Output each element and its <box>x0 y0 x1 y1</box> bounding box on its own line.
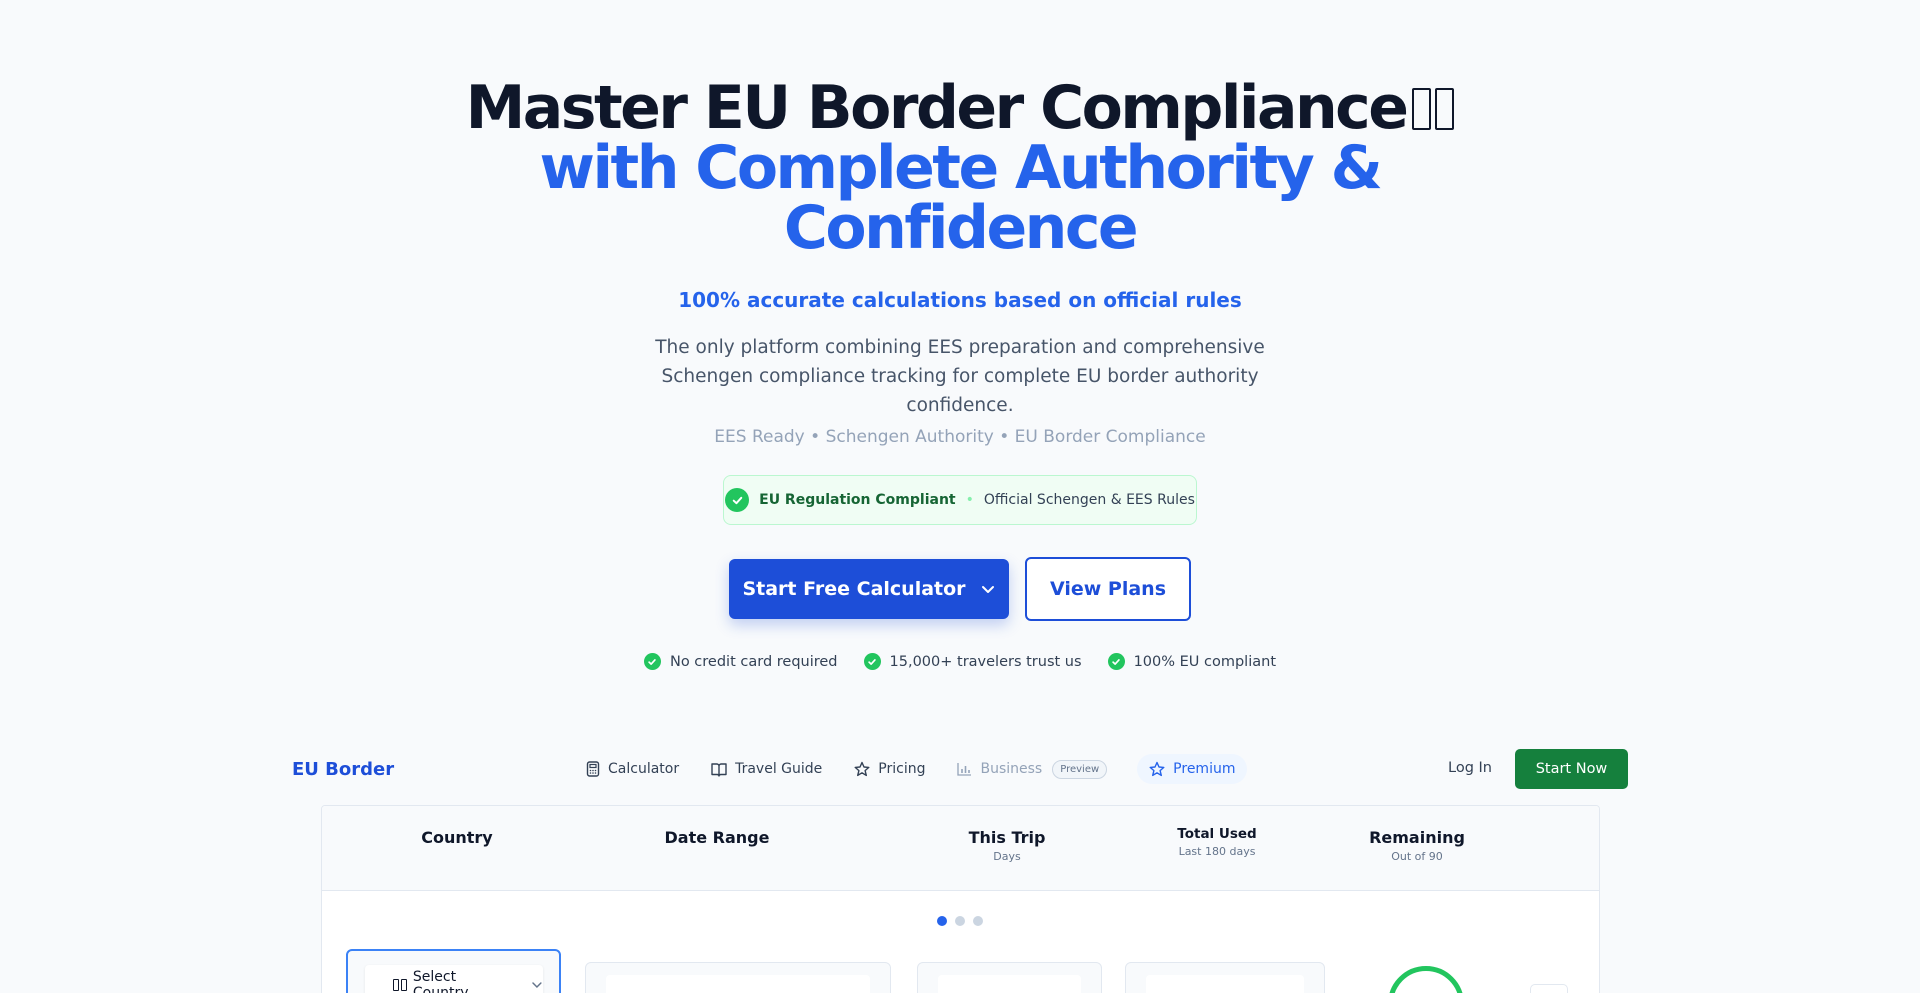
nav-link-business[interactable]: Business Preview <box>957 759 1108 779</box>
column-subtitle: Out of 90 <box>1391 850 1443 863</box>
check-circle-icon <box>1107 653 1125 670</box>
flag-icon <box>1435 88 1455 130</box>
badge-primary-label: EU Regulation Compliant <box>759 492 956 508</box>
chevron-down-icon <box>532 982 542 989</box>
nav-link-calculator[interactable]: Calculator <box>586 761 679 777</box>
nav-link-premium[interactable]: Premium <box>1137 754 1248 784</box>
column-country: Country <box>382 828 532 847</box>
check-circle-icon <box>725 488 750 512</box>
view-plans-button[interactable]: View Plans <box>1025 557 1191 621</box>
start-free-calculator-label: Start Free Calculator <box>742 578 966 600</box>
preview-badge: Preview <box>1052 759 1108 779</box>
column-subtitle: Last 180 days <box>1178 845 1256 858</box>
check-circle-icon <box>643 653 661 670</box>
hero-description: The only platform combining EES preparat… <box>655 337 1265 416</box>
flag-icon <box>400 979 407 991</box>
column-this-trip: This Trip Days <box>942 828 1072 863</box>
hero-title-line1: Master EU Border Compliance <box>0 78 1920 138</box>
trust-item: No credit card required <box>643 653 838 670</box>
start-now-button[interactable]: Start Now <box>1515 749 1628 789</box>
hero-title-line3: Confidence <box>783 193 1139 263</box>
column-title: Total Used <box>1177 826 1257 842</box>
flag-icon <box>1412 88 1432 130</box>
trust-item: 15,000+ travelers trust us <box>863 653 1082 670</box>
bar-chart-icon <box>957 763 972 776</box>
carousel-dot[interactable] <box>973 916 983 926</box>
badge-separator: • <box>965 492 974 508</box>
star-icon <box>1149 761 1165 777</box>
badge-secondary-label: Official Schengen & EES Rules <box>983 492 1195 508</box>
nav-link-label: Premium <box>1173 761 1236 777</box>
accuracy-statement: 100% accurate calculations based on offi… <box>678 288 1242 312</box>
calculator-icon <box>586 761 600 777</box>
column-title: Country <box>421 828 493 847</box>
country-select-wrapper: Select Country <box>346 949 561 993</box>
start-free-calculator-button[interactable]: Start Free Calculator <box>729 559 1009 619</box>
column-subtitle: Days <box>993 850 1021 863</box>
row-action-button[interactable] <box>1530 984 1568 993</box>
carousel-dot[interactable] <box>937 916 947 926</box>
trust-label: No credit card required <box>669 653 838 670</box>
chevron-down-icon <box>981 586 994 593</box>
nav-link-label: Travel Guide <box>735 761 823 777</box>
flag-icon <box>393 979 399 991</box>
country-select[interactable]: Select Country <box>365 965 543 993</box>
nav-link-pricing[interactable]: Pricing <box>854 761 925 777</box>
column-title: Date Range <box>664 828 770 847</box>
book-icon <box>711 762 727 777</box>
column-total-used: Total Used Last 180 days <box>1142 826 1292 858</box>
this-trip-field <box>917 962 1102 993</box>
nav-link-travel-guide[interactable]: Travel Guide <box>711 761 822 777</box>
trust-label: 100% EU compliant <box>1133 653 1276 670</box>
check-circle-icon <box>863 653 881 670</box>
nav-link-label: Calculator <box>608 761 680 777</box>
trust-label: 15,000+ travelers trust us <box>889 653 1082 670</box>
column-title: This Trip <box>968 828 1046 847</box>
column-remaining: Remaining Out of 90 <box>1342 828 1492 863</box>
nav-link-label: Pricing <box>878 761 926 777</box>
calculator-panel: Country Date Range This Trip Days Total … <box>321 805 1600 993</box>
carousel-dot[interactable] <box>955 916 965 926</box>
carousel-dots <box>937 916 983 926</box>
column-date-range: Date Range <box>642 828 792 847</box>
main-navigation: EU Border Calculator Travel Guide Pricin… <box>0 745 1920 793</box>
trust-item: 100% EU compliant <box>1107 653 1276 670</box>
hero-title-line2: with Complete Authority & <box>539 133 1383 203</box>
date-range-field[interactable] <box>585 962 891 993</box>
nav-link-label: Business <box>980 761 1043 777</box>
brand-logo[interactable]: EU Border <box>292 759 394 780</box>
total-used-field <box>1125 962 1325 993</box>
trust-indicators: No credit card required 15,000+ traveler… <box>0 653 1920 670</box>
country-select-label: Select Country <box>412 969 469 993</box>
hero-tagline: EES Ready • Schengen Authority • EU Bord… <box>714 427 1206 447</box>
remaining-progress-ring <box>1388 966 1464 993</box>
login-link[interactable]: Log In <box>1448 760 1492 776</box>
compliance-badge: EU Regulation Compliant • Official Schen… <box>723 475 1197 525</box>
nav-links: Calculator Travel Guide Pricing Business… <box>586 753 1248 785</box>
column-title: Remaining <box>1369 828 1465 847</box>
calculator-header: Country Date Range This Trip Days Total … <box>322 806 1599 891</box>
star-icon <box>854 761 870 777</box>
